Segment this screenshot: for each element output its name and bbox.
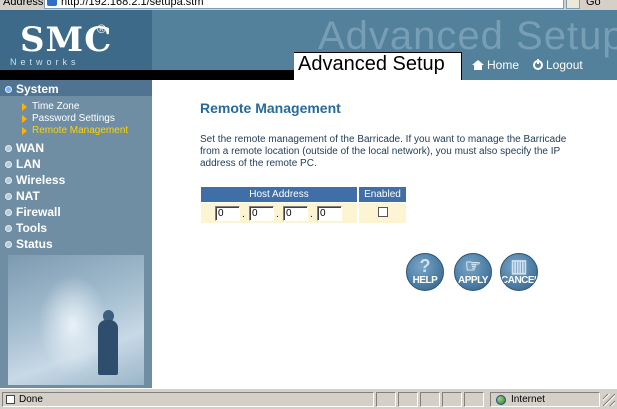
sidebar-item-firewall[interactable]: Firewall	[0, 205, 152, 219]
question-mark-icon: ?	[419, 256, 431, 276]
bullet-icon	[5, 208, 12, 216]
page-done-icon	[6, 395, 15, 404]
arrow-right-icon	[22, 115, 27, 123]
status-cell	[420, 392, 440, 407]
ip-separator: .	[310, 209, 313, 220]
ie-page-icon	[47, 0, 57, 6]
browser-address-bar: Address http://192.168.2.1/setupa.stm Go	[0, 0, 617, 10]
column-header-enabled: Enabled	[359, 187, 406, 202]
arrow-right-icon	[22, 103, 27, 111]
sidebar-item-status[interactable]: Status	[0, 237, 152, 251]
header-divider	[0, 70, 295, 80]
smc-logo: SMC ® Networks	[0, 10, 152, 70]
section-description: Set the remote management of the Barrica…	[200, 134, 567, 169]
page-header: SMC ® Networks Advanced Setup Advanced S…	[0, 10, 617, 80]
hand-icon: ☞	[464, 256, 482, 276]
home-label: Home	[487, 58, 520, 72]
ip-octet-3-input[interactable]	[283, 206, 308, 221]
logo-registered-mark: ®	[97, 22, 106, 36]
address-label: Address	[3, 0, 44, 8]
page-title: Advanced Setup	[298, 53, 445, 75]
bullet-icon	[5, 240, 12, 248]
bullet-icon	[5, 224, 12, 232]
status-cell	[464, 392, 484, 407]
status-cell	[376, 392, 396, 407]
address-input[interactable]: http://192.168.2.1/setupa.stm	[44, 0, 564, 9]
status-cell	[398, 392, 418, 407]
status-done: Done	[2, 392, 374, 407]
apply-button[interactable]: ☞ APPLY	[454, 253, 492, 291]
resize-grip-icon[interactable]	[603, 394, 615, 406]
sidebar: System Time Zone Password Settings Remot…	[0, 80, 152, 388]
browser-status-bar: Done Internet	[0, 388, 617, 409]
enabled-checkbox[interactable]	[378, 207, 388, 217]
enabled-cell	[359, 203, 406, 223]
ip-octet-4-input[interactable]	[317, 206, 342, 221]
host-address-cell: . . .	[201, 203, 357, 223]
logout-label: Logout	[546, 58, 583, 72]
sidebar-subitem-remote-management[interactable]: Remote Management	[22, 125, 128, 136]
ip-octet-2-input[interactable]	[249, 206, 274, 221]
sidebar-item-lan[interactable]: LAN	[0, 157, 152, 171]
sidebar-item-system[interactable]: System	[0, 82, 152, 96]
trash-icon: ▥	[510, 256, 528, 276]
home-link[interactable]: Home	[472, 58, 519, 72]
sidebar-item-wireless[interactable]: Wireless	[0, 173, 152, 187]
ip-separator: .	[242, 209, 245, 220]
logout-icon	[533, 59, 543, 70]
bullet-icon	[5, 85, 12, 93]
bullet-icon	[5, 160, 12, 168]
main-content: Remote Management Set the remote managem…	[152, 80, 617, 388]
router-page: SMC ® Networks Advanced Setup Advanced S…	[0, 10, 617, 388]
sidebar-item-nat[interactable]: NAT	[0, 189, 152, 203]
column-header-host-address: Host Address	[201, 187, 357, 202]
address-url: http://192.168.2.1/setupa.stm	[61, 0, 204, 8]
bullet-icon	[5, 192, 12, 200]
logo-subtitle: Networks	[10, 57, 80, 67]
cancel-button[interactable]: ▥ CANCEL	[500, 253, 538, 291]
globe-icon	[496, 395, 506, 405]
arrow-right-icon	[22, 127, 27, 135]
sidebar-decorative-image	[8, 255, 144, 385]
bullet-icon	[5, 144, 12, 152]
home-icon	[472, 60, 484, 70]
sidebar-item-tools[interactable]: Tools	[0, 221, 152, 235]
address-dropdown-button[interactable]	[566, 0, 580, 9]
go-button[interactable]: Go	[586, 0, 601, 8]
help-button[interactable]: ? HELP	[406, 253, 444, 291]
ip-separator: .	[276, 209, 279, 220]
sidebar-subitem-password-settings[interactable]: Password Settings	[22, 113, 115, 124]
logout-link[interactable]: Logout	[533, 58, 583, 72]
status-security-zone: Internet	[490, 392, 600, 407]
page-title-tab: Advanced Setup	[294, 52, 462, 80]
ip-octet-1-input[interactable]	[215, 206, 240, 221]
sidebar-subitem-time-zone[interactable]: Time Zone	[22, 101, 79, 112]
sidebar-item-wan[interactable]: WAN	[0, 141, 152, 155]
bullet-icon	[5, 176, 12, 184]
section-title: Remote Management	[200, 100, 341, 116]
status-cell	[442, 392, 462, 407]
